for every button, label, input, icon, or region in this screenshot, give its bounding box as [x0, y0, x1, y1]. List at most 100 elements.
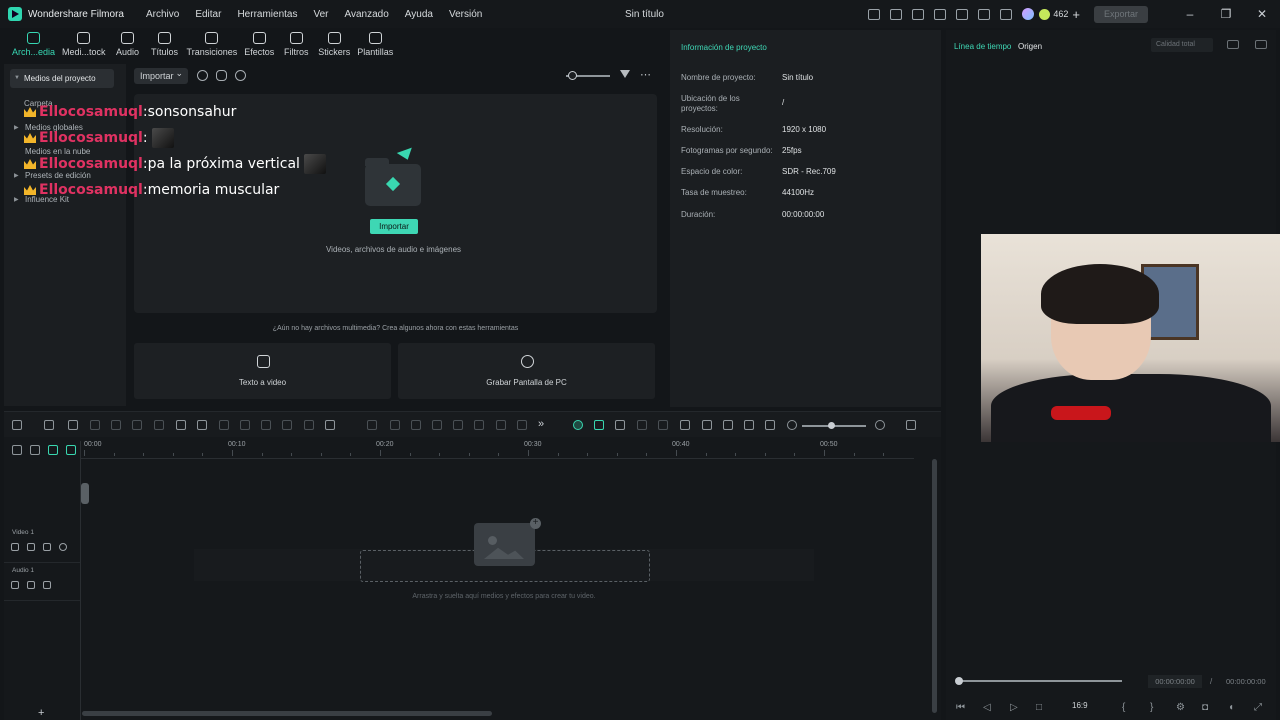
cloud-icon[interactable]: [978, 8, 991, 20]
tab-archivos-media[interactable]: Arch...edia: [12, 29, 55, 63]
mask-icon[interactable]: [411, 420, 421, 430]
voiceover-icon[interactable]: [235, 70, 246, 81]
tab-titulos[interactable]: Títulos: [150, 29, 180, 63]
menu-ver[interactable]: Ver: [313, 9, 328, 20]
color-icon[interactable]: [304, 420, 314, 430]
lock-icon[interactable]: [43, 581, 51, 589]
tab-audio[interactable]: Audio: [113, 29, 143, 63]
snapshot-layout-icon[interactable]: [1227, 40, 1239, 49]
text-tool-icon[interactable]: [176, 420, 186, 430]
zoom-icon[interactable]: [390, 420, 400, 430]
link-icon[interactable]: [30, 445, 40, 455]
ai-mate-icon[interactable]: [573, 420, 583, 430]
menu-version[interactable]: Versión: [449, 9, 482, 20]
expand-icon[interactable]: ▶: [14, 124, 19, 131]
tab-timeline-preview[interactable]: Línea de tiempo: [954, 42, 1011, 51]
import-dropdown[interactable]: Importar: [134, 68, 188, 84]
fullscreen-icon[interactable]: [1255, 40, 1267, 49]
text-to-video-card[interactable]: Texto a video: [134, 343, 391, 399]
undo-icon[interactable]: [68, 420, 78, 430]
speed-icon[interactable]: [219, 420, 229, 430]
mark-out-icon[interactable]: }: [1150, 702, 1153, 713]
multi-clip-icon[interactable]: [744, 420, 754, 430]
shape-tool-icon[interactable]: [197, 420, 207, 430]
snapshot-icon[interactable]: [637, 420, 647, 430]
more-tools-icon[interactable]: »: [538, 418, 544, 430]
expand-icon[interactable]: ⤢: [1254, 702, 1262, 713]
vertical-scrollbar[interactable]: [932, 459, 937, 713]
apps-icon[interactable]: [1000, 8, 1013, 20]
previous-frame-icon[interactable]: ⏮: [956, 702, 965, 713]
restore-icon[interactable]: ❐: [1220, 8, 1232, 20]
eye-icon[interactable]: [59, 543, 67, 551]
timeline-settings-icon[interactable]: [906, 420, 916, 430]
stabilize-icon[interactable]: [453, 420, 463, 430]
track-settings-icon[interactable]: [12, 445, 22, 455]
headset-icon[interactable]: [912, 8, 925, 20]
folder-icon[interactable]: [11, 581, 19, 589]
close-icon[interactable]: ✕: [1256, 8, 1268, 20]
render-icon[interactable]: [658, 420, 668, 430]
tab-stickers[interactable]: Stickers: [318, 29, 350, 63]
magnet-icon[interactable]: [66, 445, 76, 455]
send-icon[interactable]: [890, 8, 903, 20]
zoom-out-icon[interactable]: [787, 420, 797, 430]
crop-icon[interactable]: [261, 420, 271, 430]
tab-filtros[interactable]: Filtros: [281, 29, 311, 63]
stop-icon[interactable]: □: [1036, 702, 1042, 713]
delete-icon[interactable]: [111, 420, 121, 430]
speaker-icon[interactable]: [27, 543, 35, 551]
gift-icon[interactable]: [868, 8, 881, 20]
menu-ayuda[interactable]: Ayuda: [405, 9, 433, 20]
snap-icon[interactable]: [48, 445, 58, 455]
timeline-ruler[interactable]: 00:00 00:10 00:20 00:30 00:40 00:50: [80, 441, 914, 459]
save-icon[interactable]: [956, 8, 969, 20]
lock-icon[interactable]: [43, 543, 51, 551]
microphone-icon[interactable]: [216, 70, 227, 81]
tab-efectos[interactable]: Efectos: [244, 29, 274, 63]
record-icon[interactable]: [197, 70, 208, 81]
play-icon[interactable]: ▷: [1010, 702, 1018, 713]
export-button[interactable]: Exportar: [1094, 5, 1148, 23]
mark-in-icon[interactable]: {: [1122, 702, 1125, 713]
folder-icon[interactable]: [11, 543, 19, 551]
play-backward-icon[interactable]: ◁: [983, 702, 991, 713]
scrubber-knob[interactable]: [955, 677, 963, 685]
add-track-button[interactable]: +: [38, 707, 44, 719]
layout-icon[interactable]: [934, 8, 947, 20]
audio-split-icon[interactable]: [154, 420, 164, 430]
rotate-icon[interactable]: [282, 420, 292, 430]
record-voice-icon[interactable]: [702, 420, 712, 430]
settings-icon[interactable]: ⚙: [1176, 702, 1185, 713]
add-marker-icon[interactable]: [615, 420, 625, 430]
volume-icon[interactable]: ◖: [1228, 702, 1234, 713]
audio-mixer-icon[interactable]: [723, 420, 733, 430]
menu-archivo[interactable]: Archivo: [146, 9, 179, 20]
timeline-zoom-slider[interactable]: [802, 422, 866, 429]
thumbnail-size-slider[interactable]: [566, 71, 610, 80]
menu-avanzado[interactable]: Avanzado: [345, 9, 389, 20]
screen-record-card[interactable]: Grabar Pantalla de PC: [398, 343, 655, 399]
shield-icon[interactable]: [680, 420, 690, 430]
slider-knob[interactable]: [568, 71, 577, 80]
layout-icon[interactable]: [12, 420, 22, 430]
horizontal-scrollbar[interactable]: [82, 711, 492, 716]
more-options-icon[interactable]: ⋯: [640, 68, 652, 81]
redo-icon[interactable]: [90, 420, 100, 430]
tab-transiciones[interactable]: Transiciones: [187, 29, 237, 63]
ai-tools-icon[interactable]: [325, 420, 335, 430]
menu-herramientas[interactable]: Herramientas: [237, 9, 297, 20]
camera-icon[interactable]: ◘: [1202, 702, 1208, 713]
speaker-icon[interactable]: [27, 581, 35, 589]
quality-dropdown[interactable]: Calidad total: [1151, 38, 1213, 52]
add-credits-button[interactable]: +: [1072, 7, 1080, 22]
aspect-ratio[interactable]: 16:9: [1072, 701, 1088, 710]
subtitle-icon[interactable]: [765, 420, 775, 430]
split-icon[interactable]: [132, 420, 142, 430]
export-clip-icon[interactable]: [517, 420, 527, 430]
playhead[interactable]: [81, 483, 89, 504]
avatar[interactable]: [1022, 8, 1035, 20]
detach-audio-icon[interactable]: [474, 420, 484, 430]
sidebar-item-project-media[interactable]: ▼ Medios del proyecto: [10, 69, 114, 88]
tab-media-stock[interactable]: Medi...tock: [62, 29, 106, 63]
